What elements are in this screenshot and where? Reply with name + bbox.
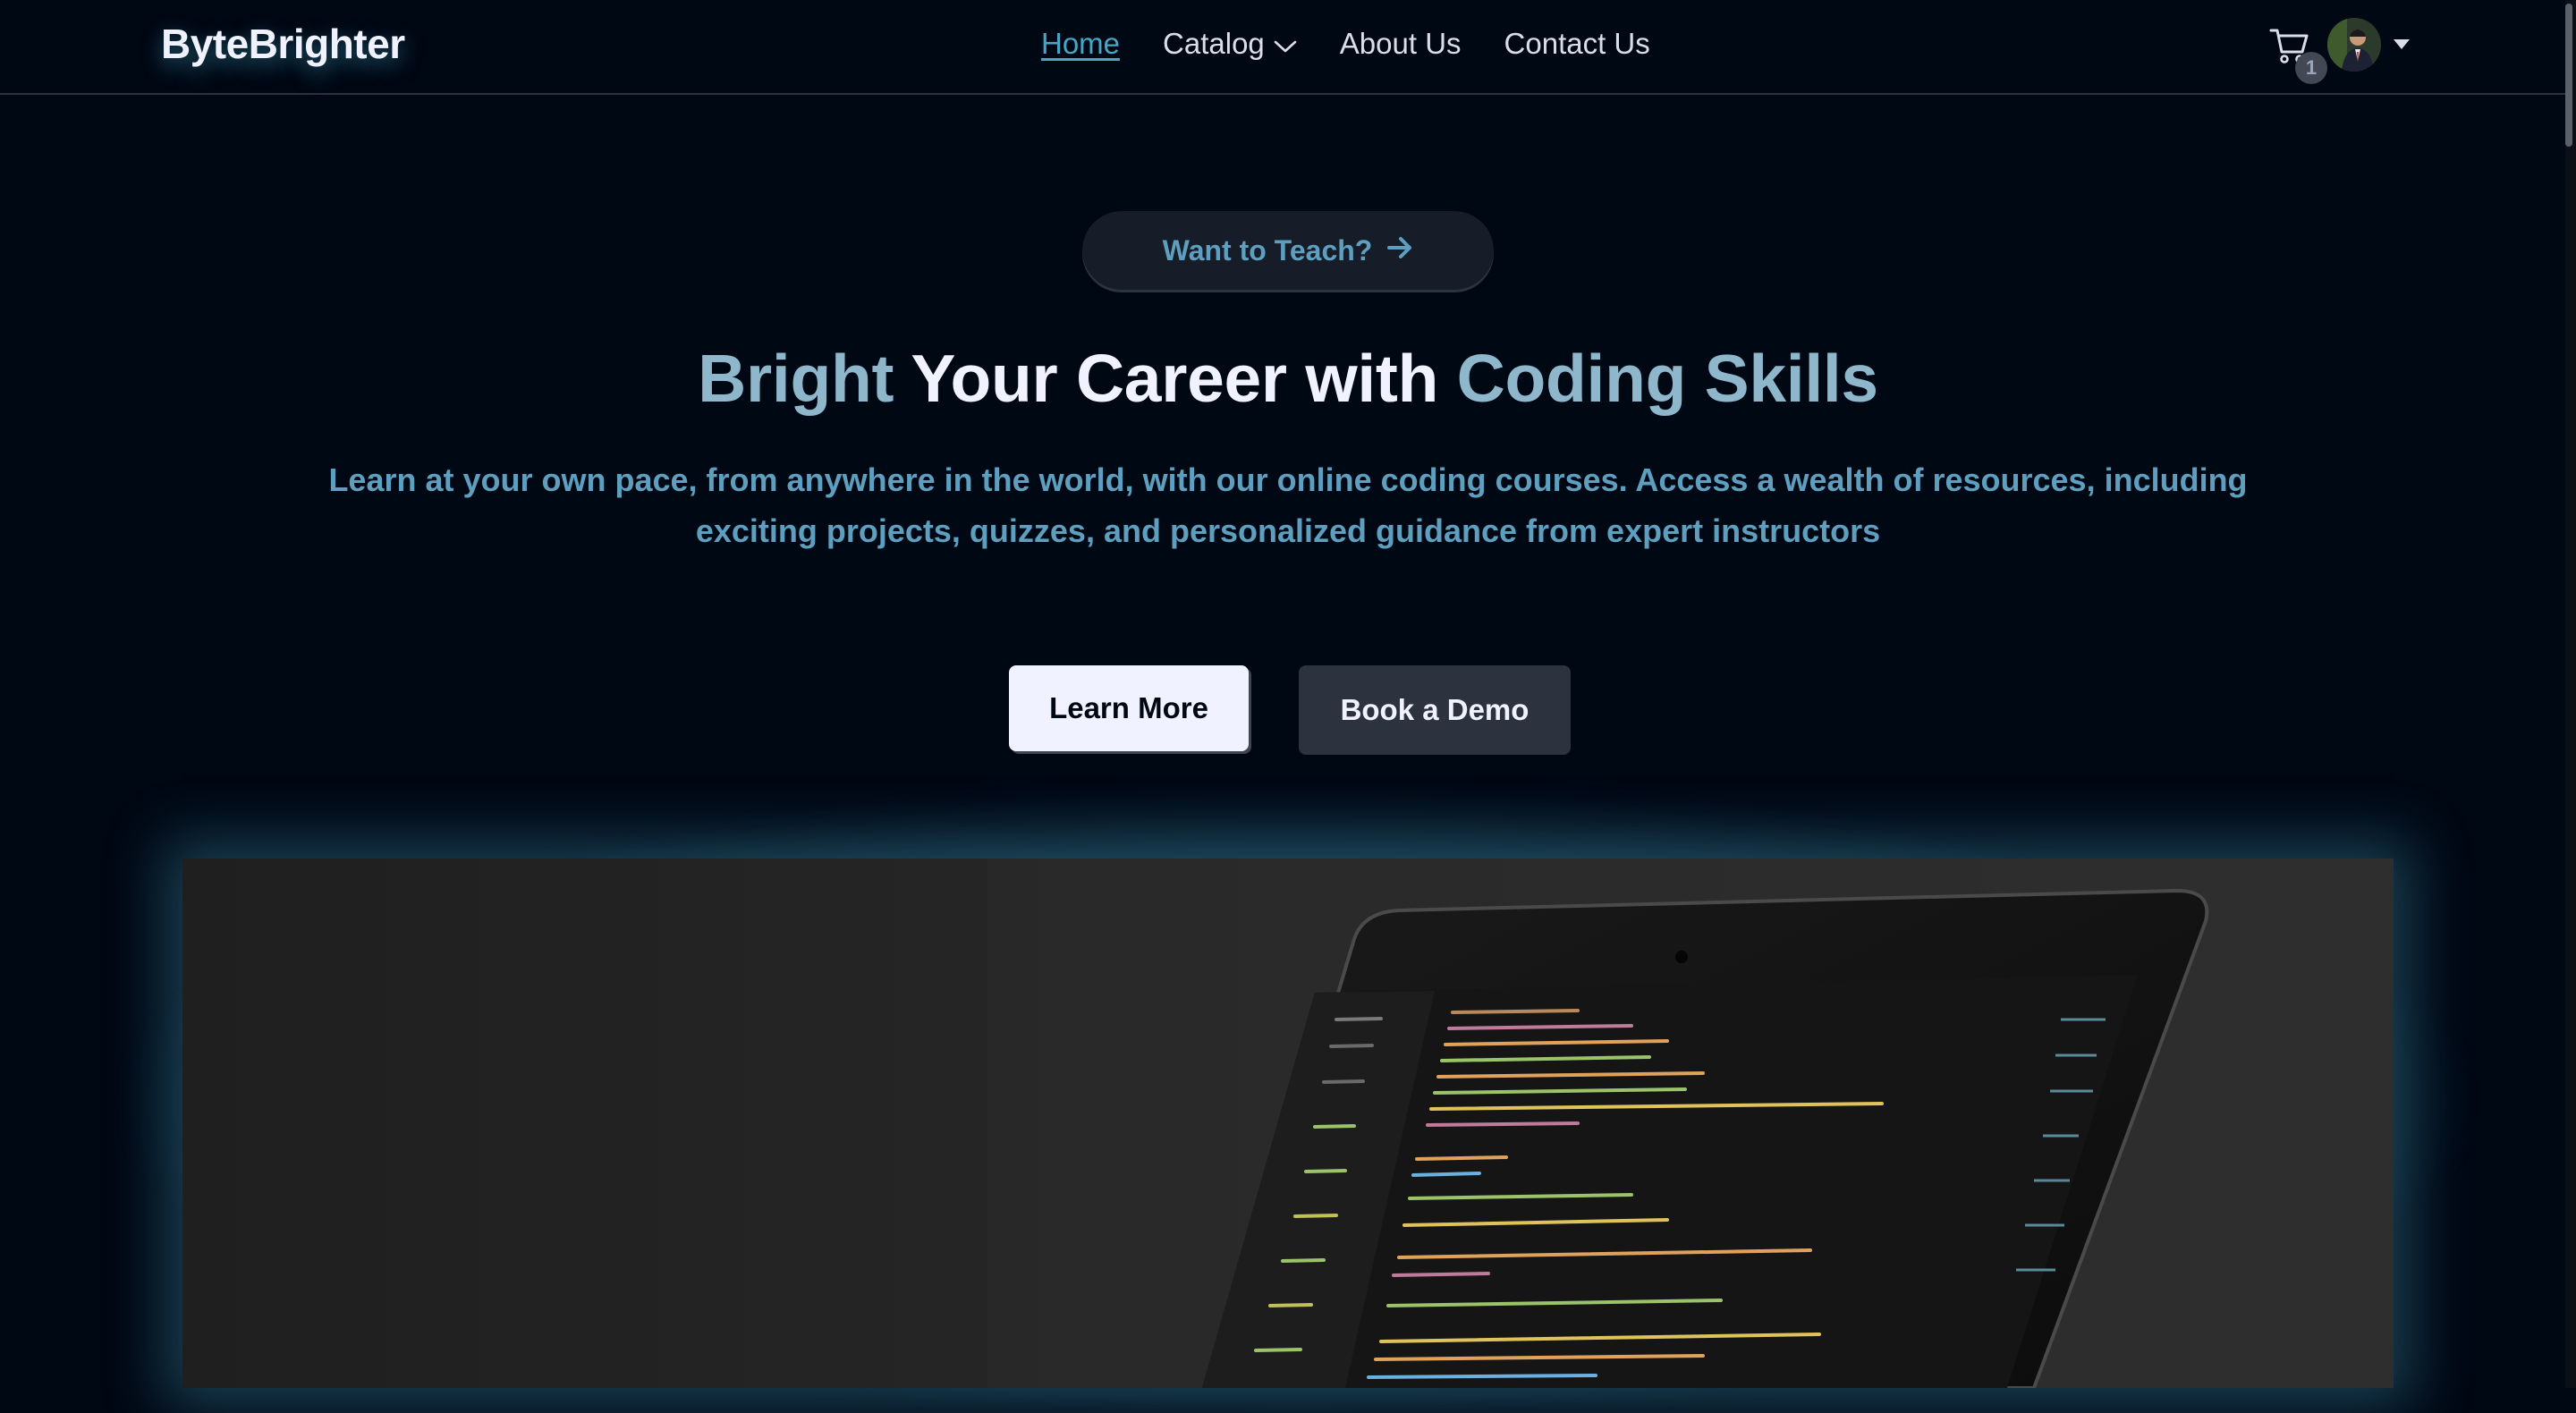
nav-item-catalog-label: Catalog <box>1163 27 1265 60</box>
hero-headline: Bright Your Career with Coding Skills <box>0 340 2576 417</box>
headline-accent-1: Bright <box>698 341 894 416</box>
hero-subtitle: Learn at your own pace, from anywhere in… <box>328 461 2248 549</box>
hero-laptop-image <box>182 859 2394 1388</box>
book-demo-button[interactable]: Book a Demo <box>1299 665 1571 755</box>
user-actions: 1 <box>2268 18 2411 84</box>
cart-count-badge: 1 <box>2295 52 2327 84</box>
caret-down-icon[interactable] <box>2394 39 2410 49</box>
want-to-teach-label: Want to Teach? <box>1162 233 1373 267</box>
top-navbar: ByteBrighter Home Catalog About Us Conta… <box>0 0 2576 95</box>
arrow-right-icon <box>1386 234 1413 267</box>
cart-button[interactable]: 1 <box>2268 25 2327 84</box>
headline-main: Your Career with <box>894 341 1457 416</box>
avatar[interactable] <box>2327 18 2381 72</box>
learn-more-button[interactable]: Learn More <box>1009 665 1249 751</box>
nav-item-contact[interactable]: Contact Us <box>1504 27 1650 61</box>
want-to-teach-button[interactable]: Want to Teach? <box>1082 211 1494 290</box>
nav-item-home[interactable]: Home <box>1041 27 1120 61</box>
scrollbar-thumb[interactable] <box>2565 4 2572 147</box>
brand-logo[interactable]: ByteBrighter <box>161 20 405 68</box>
chevron-down-icon <box>1274 27 1297 61</box>
nav-item-catalog[interactable]: Catalog <box>1163 27 1297 61</box>
headline-accent-2: Coding Skills <box>1456 341 1878 416</box>
page-scrollbar[interactable] <box>2565 0 2576 1388</box>
nav-item-about[interactable]: About Us <box>1340 27 1462 61</box>
nav-links: Home Catalog About Us Contact Us <box>1041 27 1650 61</box>
